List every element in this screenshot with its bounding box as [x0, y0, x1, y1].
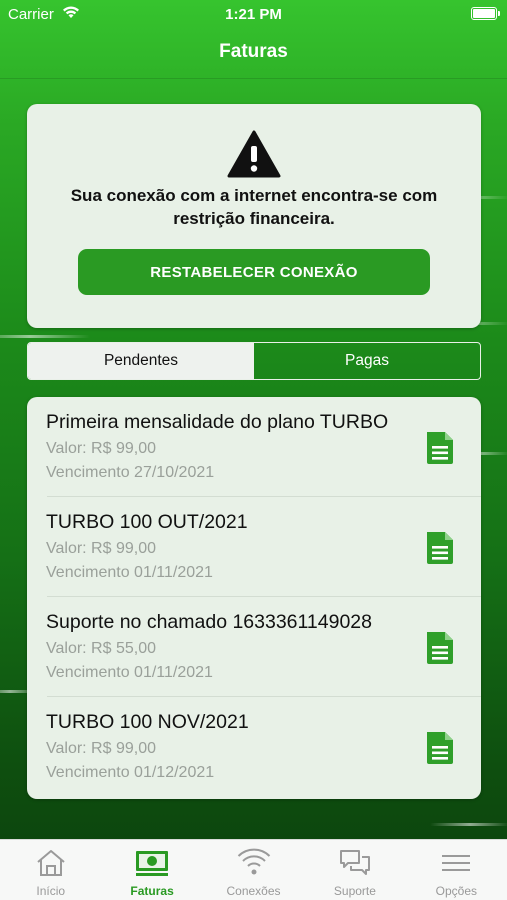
invoice-row[interactable]: TURBO 100 NOV/2021 Valor: R$ 99,00 Venci…	[27, 697, 481, 797]
invoice-due-date: Vencimento 01/11/2021	[46, 564, 213, 581]
invoice-name: Primeira mensalidade do plano TURBO	[46, 411, 389, 433]
tab-paid[interactable]: Pagas	[254, 343, 480, 379]
status-bar: Carrier 1:21 PM	[0, 0, 507, 28]
tab-suporte[interactable]: Suporte	[304, 840, 405, 900]
invoice-value: Valor: R$ 99,00	[46, 540, 156, 557]
tab-label: Início	[36, 884, 66, 898]
invoice-value: Valor: R$ 55,00	[46, 640, 156, 657]
tab-inicio[interactable]: Início	[0, 840, 101, 900]
tab-label: Conexões	[226, 884, 281, 898]
invoice-due-date: Vencimento 01/12/2021	[46, 764, 215, 781]
nav-divider	[0, 78, 507, 79]
navigation-bar: Faturas	[0, 28, 507, 78]
tab-opcoes[interactable]: Opções	[406, 840, 507, 900]
invoice-value: Valor: R$ 99,00	[46, 740, 156, 757]
background-streak	[0, 335, 90, 338]
clock: 1:21 PM	[225, 6, 282, 23]
tab-faturas[interactable]: Faturas	[101, 840, 202, 900]
invoice-name: Suporte no chamado 1633361149028	[46, 611, 372, 633]
invoice-status-segment: Pendentes Pagas	[27, 342, 481, 380]
money-icon	[136, 851, 169, 876]
wifi-icon	[237, 848, 270, 875]
background-streak	[430, 823, 507, 826]
document-icon[interactable]	[425, 632, 455, 664]
invoice-name: TURBO 100 NOV/2021	[46, 711, 249, 733]
bottom-tab-bar: Início Faturas Conexões Suporte Opções	[0, 839, 507, 900]
warning-icon	[227, 130, 281, 178]
restore-connection-button[interactable]: RESTABELECER CONEXÃO	[78, 249, 430, 295]
tab-label: Opções	[435, 884, 477, 898]
document-icon[interactable]	[425, 532, 455, 564]
chat-icon	[339, 850, 370, 875]
tab-pending[interactable]: Pendentes	[28, 343, 254, 379]
tab-label: Suporte	[333, 884, 376, 898]
restriction-alert-card: Sua conexão com a internet encontra-se c…	[27, 104, 481, 328]
invoice-value: Valor: R$ 99,00	[46, 440, 156, 457]
home-icon	[37, 850, 65, 876]
battery-icon	[471, 7, 500, 20]
tab-label: Faturas	[130, 884, 174, 898]
tab-conexoes[interactable]: Conexões	[203, 840, 304, 900]
invoice-due-date: Vencimento 27/10/2021	[46, 464, 215, 481]
invoice-row[interactable]: Suporte no chamado 1633361149028 Valor: …	[27, 597, 481, 697]
document-icon[interactable]	[425, 432, 455, 464]
invoice-name: TURBO 100 OUT/2021	[46, 511, 248, 533]
invoice-list: Primeira mensalidade do plano TURBO Valo…	[27, 397, 481, 799]
invoice-due-date: Vencimento 01/11/2021	[46, 664, 213, 681]
app-screen: Carrier 1:21 PM Faturas Sua conexão com …	[0, 0, 507, 900]
invoice-row[interactable]: TURBO 100 OUT/2021 Valor: R$ 99,00 Venci…	[27, 497, 481, 597]
page-title: Faturas	[219, 41, 288, 62]
document-icon[interactable]	[425, 732, 455, 764]
restriction-message: Sua conexão com a internet encontra-se c…	[70, 186, 438, 228]
invoice-row[interactable]: Primeira mensalidade do plano TURBO Valo…	[27, 397, 481, 497]
menu-icon	[442, 855, 471, 871]
